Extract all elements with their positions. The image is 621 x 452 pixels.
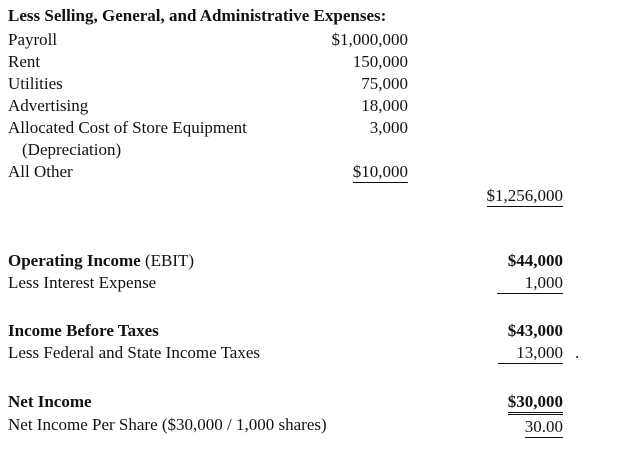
expense-label-depreciation-sub: (Depreciation) bbox=[22, 140, 122, 159]
expense-amount-all-other: $10,000 bbox=[352, 162, 408, 183]
eps-amount: 30.00 bbox=[524, 417, 563, 438]
taxes-trailing-mark: . bbox=[575, 343, 580, 362]
expense-label-all-other: All Other bbox=[8, 162, 73, 181]
net-income-label: Net Income bbox=[8, 392, 92, 411]
expense-label-utilities: Utilities bbox=[8, 74, 63, 93]
income-before-taxes-label: Income Before Taxes bbox=[8, 321, 159, 340]
operating-income-label: Operating Income (EBIT) bbox=[8, 251, 195, 270]
operating-income-amount: $44,000 bbox=[507, 251, 563, 270]
expense-label-depreciation: Allocated Cost of Store Equipment bbox=[8, 118, 247, 137]
expense-amount-utilities: 75,000 bbox=[361, 74, 408, 93]
expense-amount-payroll: $1,000,000 bbox=[331, 30, 409, 49]
taxes-amount: 13,000 bbox=[443, 343, 563, 364]
expense-amount-rent: 150,000 bbox=[352, 52, 408, 71]
income-before-taxes-amount: $43,000 bbox=[507, 321, 563, 340]
sga-header: Less Selling, General, and Administrativ… bbox=[8, 6, 387, 25]
income-statement: Less Selling, General, and Administrativ… bbox=[0, 0, 621, 452]
taxes-label: Less Federal and State Income Taxes bbox=[8, 343, 260, 362]
net-income-amount: $30,000 bbox=[443, 392, 563, 415]
expense-label-advertising: Advertising bbox=[8, 96, 89, 115]
sga-total: $1,256,000 bbox=[486, 186, 563, 207]
eps-label: Net Income Per Share ($30,000 / 1,000 sh… bbox=[8, 415, 327, 434]
interest-label: Less Interest Expense bbox=[8, 273, 157, 292]
expense-label-payroll: Payroll bbox=[8, 30, 58, 49]
expense-amount-depreciation: 3,000 bbox=[369, 118, 408, 137]
expense-label-rent: Rent bbox=[8, 52, 41, 71]
expense-amount-advertising: 18,000 bbox=[361, 96, 408, 115]
interest-amount: 1,000 bbox=[443, 273, 563, 294]
